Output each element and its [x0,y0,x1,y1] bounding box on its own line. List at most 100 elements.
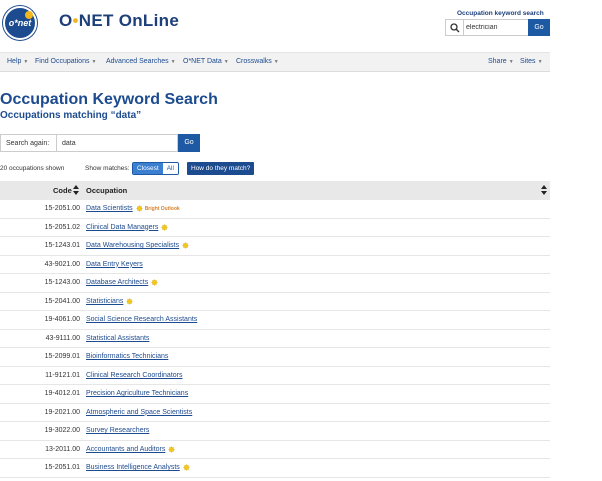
bright-outlook-label: Bright Outlook [144,205,180,212]
occupation-cell: Clinical Research Coordinators [86,372,183,379]
occupation-link[interactable]: Business Intelligence Analysts [86,464,180,471]
chevron-down-icon: ▼ [508,59,514,65]
search-icon [450,23,460,33]
occupation-link[interactable]: Precision Agriculture Technicians [86,390,188,397]
chevron-down-icon: ▼ [91,59,97,65]
occupation-code: 19-4061.00 [44,316,80,323]
toggle-closest[interactable]: Closest [133,163,163,174]
occupation-code: 43-9021.00 [44,260,80,268]
occupation-code: 15-2051.01 [44,464,80,471]
nav-onet-data[interactable]: O*NET Data ▼ [183,58,229,65]
keyword-search-go-button[interactable]: Go [528,19,550,36]
occupation-code: 15-2051.02 [44,223,80,231]
nav-sites[interactable]: Sites ▼ [520,58,543,65]
nav-help[interactable]: Help ▼ [7,58,28,65]
occupation-link[interactable]: Survey Researchers [86,427,149,434]
page-title: Occupation Keyword Search [0,91,218,108]
table-row: 15-1243.00 Database Architects [0,274,550,293]
site-header: o*net O•NET OnLine Occupation keyword se… [0,0,550,52]
keyword-search-box [445,19,529,36]
occupation-cell: Data Scientists Bright Outlook [86,205,180,212]
table-row: 15-2051.02 Clinical Data Managers [0,219,550,237]
occupation-cell: Social Science Research Assistants [86,316,197,323]
chevron-down-icon: ▼ [23,59,29,65]
occupation-cell: Bioinformatics Technicians [86,353,168,360]
occupation-cell: Statisticians [86,298,134,305]
logo-text: o*net [8,18,32,28]
occupation-link[interactable]: Social Science Research Assistants [86,316,197,323]
occupation-cell: Statistical Assistants [86,335,149,342]
table-row: 19-4012.01 Precision Agriculture Technici… [0,385,550,404]
table-row: 19-2021.00 Atmospheric and Space Scientis… [0,404,550,422]
occupation-link[interactable]: Data Scientists [86,205,133,212]
site-title[interactable]: O•NET OnLine [59,11,179,31]
occupation-link[interactable]: Database Architects [86,279,148,286]
occupation-link[interactable]: Bioinformatics Technicians [86,353,168,360]
onet-logo[interactable]: o*net [3,6,37,40]
table-row: 15-2099.01 Bioinformatics Technicians [0,348,550,367]
nav-share[interactable]: Share ▼ [488,58,514,65]
occupation-code: 15-1243.01 [44,242,80,249]
occupation-cell: Clinical Data Managers [86,223,169,231]
occupation-link[interactable]: Data Entry Keyers [86,261,143,268]
column-header-occupation[interactable]: Occupation [86,186,127,195]
how-match-button[interactable]: How do they match? [187,162,255,175]
bright-outlook-sun-icon [182,464,190,471]
occupation-link[interactable]: Statisticians [86,298,123,305]
table-header: Code Occupation [0,181,550,200]
table-row: 19-3022.00 Survey Researchers [0,422,550,441]
occupation-link[interactable]: Data Warehousing Specialists [86,242,179,249]
bright-outlook-sun-icon [161,223,169,231]
table-row: 11-9121.01 Clinical Research Coordinators [0,367,550,385]
occupation-code: 15-2051.00 [44,205,80,212]
results-table: 15-2051.00 Data Scientists Bright Outlook 1… [0,200,550,478]
table-row: 13-2011.00 Accountants and Auditors [0,441,550,459]
bright-outlook-sun-icon [182,242,190,249]
chevron-down-icon: ▼ [170,59,176,65]
occupation-cell: Data Warehousing Specialists [86,242,190,249]
nav-advanced-searches[interactable]: Advanced Searches ▼ [106,58,176,65]
sort-icon[interactable] [73,185,79,195]
occupation-cell: Survey Researchers [86,427,149,434]
table-row: 15-1243.01 Data Warehousing Specialists [0,237,550,256]
table-row: 19-4061.00 Social Science Research Assist… [0,311,550,330]
toggle-all[interactable]: All [162,163,178,174]
keyword-search-label: Occupation keyword search [457,10,544,17]
table-row: 15-2041.00 Statisticians [0,293,550,311]
occupation-link[interactable]: Statistical Assistants [86,335,149,342]
main-nav: Help ▼ Find Occupations ▼ Advanced Searche… [0,52,550,72]
results-count: 20 occupations shown [0,165,65,172]
search-again-box: Search again: [0,134,178,152]
occupation-link[interactable]: Atmospheric and Space Scientists [86,409,192,416]
nav-find-occupations[interactable]: Find Occupations ▼ [35,58,96,65]
table-row: 15-2051.01 Business Intelligence Analysts [0,459,550,478]
show-matches-toggle: Closest All [132,162,179,175]
keyword-search-input[interactable] [466,21,526,34]
chevron-down-icon: ▼ [537,59,543,65]
search-again-go-button[interactable]: Go [178,134,200,152]
table-row: 15-2051.00 Data Scientists Bright Outlook [0,200,550,219]
occupation-cell: Database Architects [86,279,159,286]
occupation-code: 43-9111.00 [45,334,80,342]
occupation-link[interactable]: Clinical Research Coordinators [86,372,183,379]
occupation-link[interactable]: Clinical Data Managers [86,224,158,231]
bright-outlook-sun-icon [168,445,176,453]
occupation-code: 15-1243.00 [44,279,80,286]
occupation-cell: Atmospheric and Space Scientists [86,409,192,416]
search-again-input[interactable] [62,137,172,150]
table-row: 43-9111.00 Statistical Assistants [0,330,550,348]
sort-icon[interactable] [541,185,547,195]
occupation-link[interactable]: Accountants and Auditors [86,446,165,453]
occupation-cell: Precision Agriculture Technicians [86,390,188,397]
occupation-code: 15-2041.00 [44,297,80,305]
occupation-code: 15-2099.01 [44,353,80,360]
show-matches-label: Show matches: [85,165,130,172]
occupation-code: 19-2021.00 [44,408,80,416]
column-header-code[interactable]: Code [53,186,72,195]
occupation-code: 19-4012.01 [44,390,80,397]
nav-crosswalks[interactable]: Crosswalks ▼ [236,58,279,65]
occupation-code: 19-3022.00 [44,427,80,434]
occupation-cell: Business Intelligence Analysts [86,464,190,471]
occupation-code: 11-9121.01 [45,371,80,379]
bright-outlook-sun-icon [135,205,143,212]
